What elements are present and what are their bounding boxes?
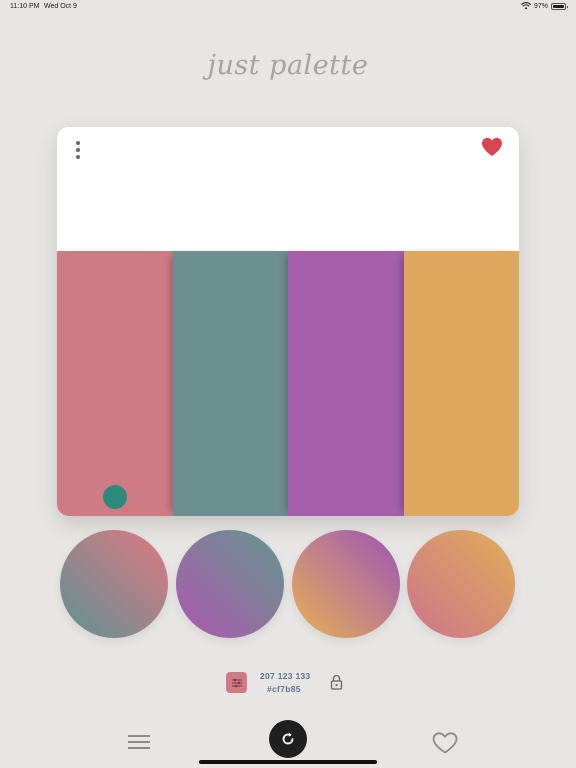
menu-dot <box>76 148 80 152</box>
more-vertical-icon[interactable] <box>73 141 83 159</box>
color-hex-value: #cf7b85 <box>267 684 301 694</box>
gradient-circle-2[interactable] <box>176 530 284 638</box>
heart-filled-icon[interactable] <box>481 137 503 157</box>
menu-dot <box>76 141 80 145</box>
gradient-circles <box>60 530 516 640</box>
refresh-button[interactable] <box>269 720 307 758</box>
palette-card <box>57 127 519 516</box>
sliders-icon <box>231 678 242 687</box>
wifi-icon <box>520 2 531 10</box>
selected-color-info: 207 123 133 #cf7b85 <box>226 670 356 696</box>
menu-dot <box>76 155 80 159</box>
color-swatch-3[interactable] <box>288 251 404 516</box>
color-swatch-1[interactable] <box>57 251 173 516</box>
gradient-circle-3[interactable] <box>292 530 400 638</box>
gradient-circle-4[interactable] <box>407 530 515 638</box>
lock-icon[interactable] <box>330 674 343 690</box>
menu-icon[interactable] <box>128 734 150 750</box>
color-rgb-value: 207 123 133 <box>260 671 311 681</box>
status-time: 11:10 PM <box>10 3 40 10</box>
color-swatch-4[interactable] <box>403 251 519 516</box>
battery-fill <box>553 4 564 8</box>
palette-card-header <box>57 127 519 251</box>
color-swatch-2[interactable] <box>172 251 288 516</box>
status-indicators: 97% <box>520 2 568 10</box>
home-indicator[interactable] <box>199 760 377 764</box>
gradient-circle-1[interactable] <box>60 530 168 638</box>
palette-swatches <box>57 251 519 516</box>
status-date: Wed Oct 9 <box>44 3 77 10</box>
refresh-icon <box>282 732 294 745</box>
adjust-color-button[interactable] <box>226 672 247 693</box>
app-title: just palette <box>207 50 369 81</box>
heart-outline-icon[interactable] <box>432 732 458 754</box>
status-bar: 11:10 PM Wed Oct 9 97% <box>0 0 576 16</box>
battery-icon <box>551 2 568 10</box>
bottom-toolbar <box>0 712 576 768</box>
color-picker-dot[interactable] <box>103 485 127 509</box>
battery-percent: 97% <box>533 2 548 10</box>
